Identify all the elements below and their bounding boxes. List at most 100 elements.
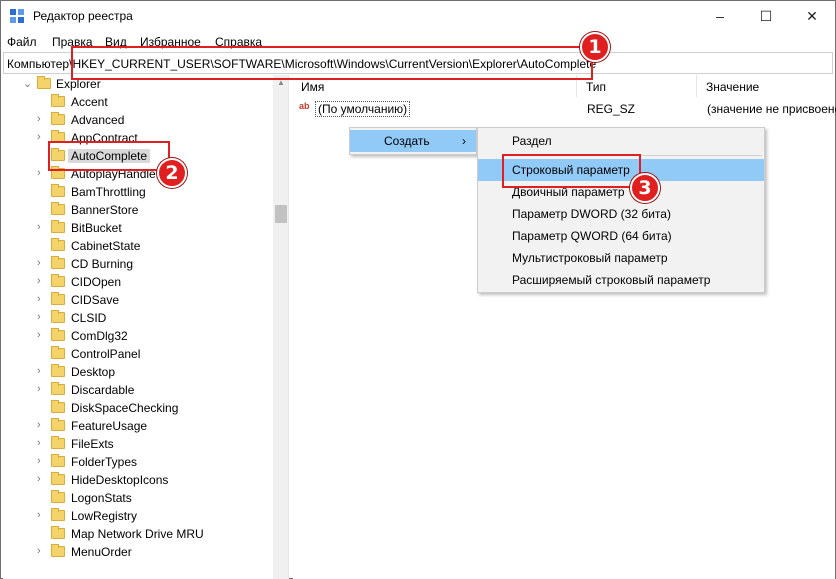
folder-icon xyxy=(51,94,65,107)
folder-icon xyxy=(51,112,65,125)
chevron-right-icon[interactable]: › xyxy=(37,419,41,431)
chevron-right-icon[interactable]: › xyxy=(37,167,41,179)
tree-item[interactable]: BannerStore xyxy=(3,201,271,219)
chevron-right-icon[interactable]: › xyxy=(37,131,41,143)
folder-icon xyxy=(37,76,51,89)
tree-item-label: LogonStats xyxy=(71,491,132,505)
tree-item[interactable]: › MenuOrder xyxy=(3,543,271,561)
tree-item[interactable]: › ComDlg32 xyxy=(3,327,271,345)
tree-item[interactable]: › CD Burning xyxy=(3,255,271,273)
column-header-type[interactable]: Тип xyxy=(578,75,697,97)
tree-item[interactable]: ControlPanel xyxy=(3,345,271,363)
submenu-item[interactable]: Расширяемый строковый параметр xyxy=(478,269,764,291)
tree-item[interactable]: › LowRegistry xyxy=(3,507,271,525)
submenu-item-label: Мультистроковый параметр xyxy=(512,251,668,265)
tree-item[interactable]: › Discardable xyxy=(3,381,271,399)
tree-item-label: ComDlg32 xyxy=(71,329,128,343)
annotation-badge-2: 2 xyxy=(157,158,187,188)
minimize-button[interactable]: – xyxy=(697,1,743,31)
scroll-thumb[interactable] xyxy=(275,205,287,223)
value-data: (значение не присвоено) xyxy=(707,102,836,116)
tree-item-label: CIDSave xyxy=(71,293,120,307)
folder-icon xyxy=(51,202,65,215)
folder-icon xyxy=(51,310,65,323)
tree-item[interactable]: DiskSpaceChecking xyxy=(3,399,271,417)
folder-icon xyxy=(51,400,65,413)
column-header-value[interactable]: Значение xyxy=(698,75,835,97)
tree-item[interactable]: Map Network Drive MRU xyxy=(3,525,271,543)
tree-item[interactable]: LogonStats xyxy=(3,489,271,507)
menu-file[interactable]: Файл xyxy=(7,35,37,49)
tree-item[interactable]: › FileExts xyxy=(3,435,271,453)
close-button[interactable]: ✕ xyxy=(789,1,835,31)
tree-item[interactable]: CabinetState xyxy=(3,237,271,255)
chevron-right-icon[interactable]: › xyxy=(37,473,41,485)
folder-icon xyxy=(51,292,65,305)
folder-icon xyxy=(51,418,65,431)
registry-editor-app-icon xyxy=(10,9,24,23)
chevron-right-icon[interactable]: › xyxy=(37,275,41,287)
chevron-right-icon[interactable]: › xyxy=(37,113,41,125)
tree-item-label: Advanced xyxy=(71,113,125,127)
tree-item-label: CIDOpen xyxy=(71,275,122,289)
chevron-right-icon[interactable]: › xyxy=(37,365,41,377)
chevron-right-icon[interactable]: › xyxy=(37,311,41,323)
chevron-right-icon[interactable]: › xyxy=(37,293,41,305)
chevron-right-icon[interactable]: › xyxy=(37,509,41,521)
tree-item-label: FeatureUsage xyxy=(71,419,148,433)
folder-icon xyxy=(51,508,65,521)
create-submenu: Раздел Строковый параметр Двоичный парамет… xyxy=(477,127,765,293)
chevron-right-icon[interactable]: › xyxy=(37,545,41,557)
menu-item-create[interactable]: Создать › xyxy=(350,130,476,152)
tree-scrollbar[interactable]: ▲ xyxy=(273,75,288,579)
folder-icon xyxy=(51,382,65,395)
annotation-box-address xyxy=(71,46,593,80)
tree-item[interactable]: BamThrottling xyxy=(3,183,271,201)
annotation-box-string-param xyxy=(502,154,641,188)
tree-item-label: FileExts xyxy=(71,437,114,451)
tree-item-label: DiskSpaceChecking xyxy=(71,401,179,415)
annotation-badge-1: 1 xyxy=(580,32,610,62)
tree-item[interactable]: › CIDOpen xyxy=(3,273,271,291)
title-bar: Редактор реестра – ☐ ✕ xyxy=(1,1,835,31)
chevron-right-icon[interactable]: › xyxy=(37,221,41,233)
submenu-item[interactable]: Параметр QWORD (64 бита) xyxy=(478,225,764,247)
tree-item-label: FolderTypes xyxy=(71,455,138,469)
tree-item[interactable]: › HideDesktopIcons xyxy=(3,471,271,489)
tree-item[interactable]: › BitBucket xyxy=(3,219,271,237)
tree-item[interactable]: › CLSID xyxy=(3,309,271,327)
tree-item[interactable]: › FolderTypes xyxy=(3,453,271,471)
value-type: REG_SZ xyxy=(587,102,636,116)
tree-item[interactable]: Accent xyxy=(3,93,271,111)
folder-icon xyxy=(51,364,65,377)
value-row-default[interactable]: ab (По умолчанию) REG_SZ (значение не пр… xyxy=(293,99,836,117)
tree-item[interactable]: › Desktop xyxy=(3,363,271,381)
chevron-right-icon[interactable]: › xyxy=(37,455,41,467)
chevron-right-icon[interactable]: › xyxy=(37,383,41,395)
submenu-item-label: Параметр DWORD (32 бита) xyxy=(512,207,671,221)
maximize-button[interactable]: ☐ xyxy=(743,1,789,31)
folder-icon xyxy=(51,238,65,251)
tree-item-label: BitBucket xyxy=(71,221,122,235)
folder-icon xyxy=(51,544,65,557)
tree-item[interactable]: › Advanced xyxy=(3,111,271,129)
submenu-item-label: Раздел xyxy=(512,134,552,148)
tree-item[interactable]: › FeatureUsage xyxy=(3,417,271,435)
tree-item-label: Map Network Drive MRU xyxy=(71,527,204,541)
window-title: Редактор реестра xyxy=(33,9,133,23)
tree-item[interactable]: › CIDSave xyxy=(3,291,271,309)
folder-icon xyxy=(51,256,65,269)
submenu-item-label: Расширяемый строковый параметр xyxy=(512,273,711,287)
submenu-item[interactable]: Раздел xyxy=(478,130,764,152)
chevron-down-icon[interactable]: ⌄ xyxy=(23,77,32,90)
annotation-badge-3: 3 xyxy=(630,173,660,203)
submenu-item[interactable]: Мультистроковый параметр xyxy=(478,247,764,269)
folder-icon xyxy=(51,346,65,359)
folder-icon xyxy=(51,328,65,341)
chevron-right-icon[interactable]: › xyxy=(37,257,41,269)
chevron-right-icon[interactable]: › xyxy=(37,437,41,449)
tree-item-label: ControlPanel xyxy=(71,347,141,361)
submenu-item[interactable]: Параметр DWORD (32 бита) xyxy=(478,203,764,225)
chevron-right-icon[interactable]: › xyxy=(37,329,41,341)
tree-item-label: Accent xyxy=(71,95,108,109)
